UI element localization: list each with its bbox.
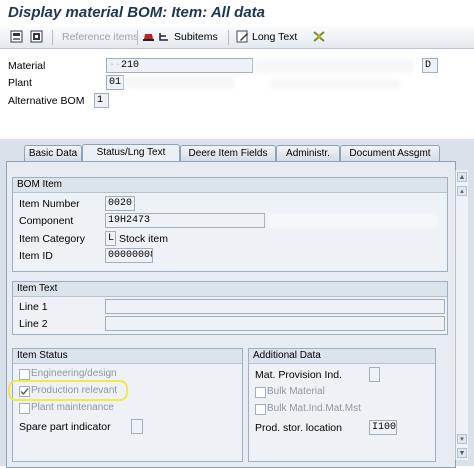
plant-maintenance-checkbox[interactable] [19,403,30,414]
mat-provision-label: Mat. Provision Ind. [255,369,342,381]
material-field: ··210 [106,58,253,73]
pencil-icon [236,30,248,43]
plant-maintenance-label: Plant maintenance [31,402,114,413]
tab-deere-item-fields[interactable]: Deere Item Fields [180,145,276,161]
hat-icon [143,33,154,41]
item-category-text: Stock item [119,233,169,245]
plant-label: Plant [8,77,32,89]
reference-items-label: Reference items [62,30,139,43]
bom-item-title: BOM Item [13,178,447,193]
application-toolbar: Reference items Subitems Long Text [0,26,474,49]
tab-status-lng-text[interactable]: Status/Lng Text [82,144,180,162]
title-bar: Display material BOM: Item: All data [0,0,474,24]
engineering-label: Engineering/design [31,368,117,379]
tab-basic-data[interactable]: Basic Data [24,145,82,161]
item-category-field: L [105,231,116,246]
component-label: Component [19,215,74,227]
additional-data-title: Additional Data [249,349,435,364]
item-text-group: Item Text Line 1 Line 2 [12,281,448,335]
classification-icon[interactable] [312,29,326,44]
alt-bom-label: Alternative BOM [8,95,85,107]
line2-field [105,316,445,331]
scroll-up-icon[interactable]: ▲ [457,172,467,182]
engineering-checkbox[interactable] [19,369,30,380]
long-text-label: Long Text [252,30,298,43]
plant-field: 01 [106,75,124,90]
material-d-field: D [422,58,438,73]
line2-label: Line 2 [19,318,48,330]
other-bom-icon[interactable] [10,29,23,44]
bulk-material-checkbox[interactable] [255,387,266,398]
item-status-title: Item Status [13,349,242,364]
item-number-label: Item Number [19,198,80,210]
item-status-group: Item Status Engineering/design Productio… [12,348,243,462]
bulk-mat-ind-label: Bulk Mat.Ind.Mat.Mst [267,403,361,414]
prod-stor-label: Prod. stor. location [255,422,342,434]
additional-data-group: Additional Data Mat. Provision Ind. Bulk… [248,348,436,462]
alt-bom-field: 1 [94,93,109,108]
bulk-mat-ind-checkbox[interactable] [255,404,266,415]
bulk-material-label: Bulk Material [267,386,325,397]
subitems-label: Subitems [174,30,218,43]
vertical-scrollbar[interactable]: ▲ ▴ ▾ ▼ [455,170,468,460]
material-label: Material [8,60,46,72]
subitems-button[interactable]: Subitems [142,29,218,44]
item-category-label: Item Category [19,233,85,245]
subitems-icon [159,32,168,41]
item-text-title: Item Text [13,282,447,297]
component-field: 19H2473 [105,213,265,228]
spare-part-label: Spare part indicator [19,421,111,433]
scroll-down-icon[interactable]: ▼ [457,448,467,458]
header-area: Material ··210 D Plant 01 Alternative BO… [0,49,474,139]
display-change-icon[interactable] [30,29,43,44]
long-text-button[interactable]: Long Text [236,29,297,44]
reference-items-button[interactable]: Reference items [62,29,138,44]
line1-label: Line 1 [19,301,48,313]
tab-document-assgmt[interactable]: Document Assgmt [340,145,440,161]
item-number-field: 0020 [105,196,135,211]
tab-administr[interactable]: Administr. [276,145,340,161]
item-id-label: Item ID [19,250,53,262]
highlight-annotation [8,380,128,401]
scroll-page-up-icon[interactable]: ▴ [457,186,467,196]
scroll-page-down-icon[interactable]: ▾ [457,434,467,444]
item-id-field: 00000008 [105,248,153,263]
bom-item-group: BOM Item Item Number 0020 Component 19H2… [12,177,448,272]
window-title: Display material BOM: Item: All data [8,4,266,21]
prod-stor-field: I100 [369,420,397,435]
mat-provision-field [369,367,380,382]
spare-part-field [131,419,143,434]
line1-field [105,299,445,314]
